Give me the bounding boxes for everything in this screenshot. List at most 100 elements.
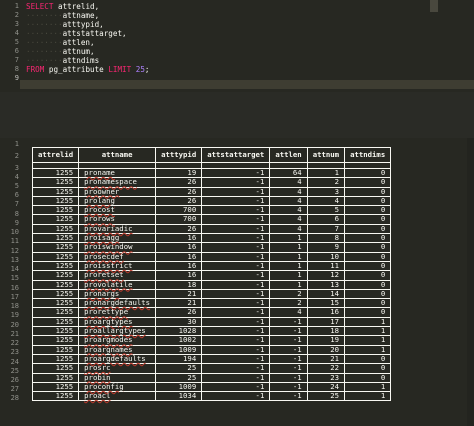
- table-cell: -1: [201, 214, 271, 225]
- table-cell: -1: [269, 335, 308, 346]
- table-cell: 1255: [31, 177, 80, 188]
- line-number: 7: [14, 200, 19, 209]
- table-cell: 2: [306, 177, 346, 188]
- indent-guide: ········: [26, 20, 63, 29]
- attribute-name: prolang: [84, 195, 115, 205]
- attribute-name: proname: [84, 168, 115, 177]
- table-cell: 1255: [31, 307, 80, 318]
- attribute-name: proowner: [84, 186, 120, 196]
- attribute-name: proretset: [84, 270, 124, 280]
- table-cell: 1255: [31, 242, 80, 253]
- table-cell: 26: [155, 307, 203, 318]
- table-cell: 4: [269, 186, 308, 197]
- attribute-name: proacl: [84, 391, 111, 401]
- sql-text: atttypid,: [62, 20, 104, 29]
- table-cell: 25: [155, 363, 203, 374]
- table-cell: 23: [306, 372, 346, 383]
- table-cell: 0: [344, 372, 392, 383]
- table-cell: 1002: [155, 335, 203, 346]
- line-number: 17: [10, 292, 19, 301]
- line-number: 24: [10, 357, 19, 366]
- table-cell: 1255: [31, 372, 80, 383]
- line-number: 2: [14, 11, 19, 19]
- pane-divider[interactable]: [0, 92, 474, 138]
- line-number-gutter: 1 2 3 4 5 6 7 8 9 10 11 12 13 14 15 16 17 18 19 20 21 22 23 24 2…: [0, 138, 20, 426]
- code-line[interactable]: ········attname,: [26, 11, 99, 20]
- attribute-name: proallargtypes: [84, 326, 146, 336]
- table-cell: 16: [155, 242, 203, 253]
- attribute-name: prosrc: [84, 363, 111, 373]
- table-cell: 6: [306, 214, 346, 225]
- table-cell: 1255: [31, 214, 80, 225]
- line-number: 19: [10, 311, 19, 320]
- table-cell: -1: [201, 363, 271, 374]
- table-cell: 1: [269, 242, 308, 253]
- attribute-name: proargmodes: [84, 335, 133, 345]
- table-cell: -1: [201, 307, 271, 318]
- table-cell: 18: [155, 279, 203, 290]
- column-header: attrelid: [31, 147, 80, 163]
- line-number: 26: [10, 375, 19, 384]
- attribute-name: procost: [84, 205, 115, 215]
- table-cell: -1: [201, 335, 271, 346]
- table-cell: 1255: [31, 335, 80, 346]
- line-number: 4: [14, 172, 19, 181]
- table-cell: 22: [306, 363, 346, 374]
- code-line[interactable]: SELECT attrelid,: [26, 2, 99, 11]
- indent-guide: ········: [26, 47, 63, 56]
- table-cell: 3: [306, 186, 346, 197]
- line-number: 21: [10, 329, 19, 338]
- column-header: attndims: [344, 147, 392, 163]
- line-number: 7: [14, 56, 19, 64]
- attribute-name: proisstrict: [84, 260, 133, 270]
- table-cell: -1: [269, 372, 308, 383]
- line-number: 22: [10, 339, 19, 348]
- line-number: 23: [10, 348, 19, 357]
- table-cell: 1255: [31, 363, 80, 374]
- line-number: 5: [14, 181, 19, 190]
- table-cell: 1255: [31, 279, 80, 290]
- line-number-gutter: 123456789: [0, 0, 20, 92]
- code-line[interactable]: FROM pg_attribute LIMIT 25;: [26, 65, 149, 74]
- sql-text: pg_attribute: [44, 65, 109, 74]
- code-line[interactable]: ········attlen,: [26, 38, 95, 47]
- line-number: 15: [10, 274, 19, 283]
- line-number: 18: [10, 302, 19, 311]
- table-cell: -1: [269, 363, 308, 374]
- table-cell: 0: [344, 177, 392, 188]
- code-line[interactable]: ········attstattarget,: [26, 29, 127, 38]
- attribute-name: pronargdefaults: [84, 298, 151, 308]
- vertical-scrollbar[interactable]: [467, 138, 474, 426]
- code-line[interactable]: ········attnum,: [26, 47, 95, 56]
- sql-text: ;: [144, 65, 150, 74]
- results-editor-pane[interactable]: 1 2 3 4 5 6 7 8 9 10 11 12 13 14 15 16 17 18 19 20 21 22 23 24 2…: [0, 138, 474, 426]
- table-cell: 1255: [31, 186, 80, 197]
- code-line[interactable]: ········atttypid,: [26, 20, 104, 29]
- table-cell: 0: [344, 279, 392, 290]
- attribute-name: prorettype: [84, 307, 129, 317]
- line-number: 4: [14, 29, 19, 37]
- table-cell: -1: [201, 391, 271, 402]
- code-line[interactable]: ········attndims: [26, 56, 99, 65]
- indent-guide: ········: [26, 38, 63, 47]
- attribute-name: probin: [84, 372, 111, 382]
- column-header: attlen: [269, 147, 308, 163]
- attribute-name: prorows: [84, 214, 115, 224]
- line-number: 6: [14, 47, 19, 55]
- line-number: 9: [14, 218, 19, 227]
- column-header: attnum: [306, 147, 346, 163]
- line-number: 12: [10, 246, 19, 255]
- attribute-name: proargtypes: [84, 316, 133, 326]
- table-cell: 26: [155, 186, 203, 197]
- table-cell: 13: [306, 279, 346, 290]
- table-cell: proacl: [78, 391, 157, 402]
- table-cell: 1255: [31, 270, 80, 281]
- table-cell: 12: [306, 270, 346, 281]
- line-number: 25: [10, 366, 19, 375]
- results-table: attrelid attname atttypid attstattarget attl…: [31, 147, 392, 402]
- query-editor-pane[interactable]: 123456789 SELECT attrelid, ········attnam…: [0, 0, 474, 92]
- table-cell: 1: [269, 279, 308, 290]
- indent-guide: ········: [26, 56, 63, 65]
- line-number: 9: [14, 74, 19, 82]
- minimap[interactable]: [430, 0, 438, 12]
